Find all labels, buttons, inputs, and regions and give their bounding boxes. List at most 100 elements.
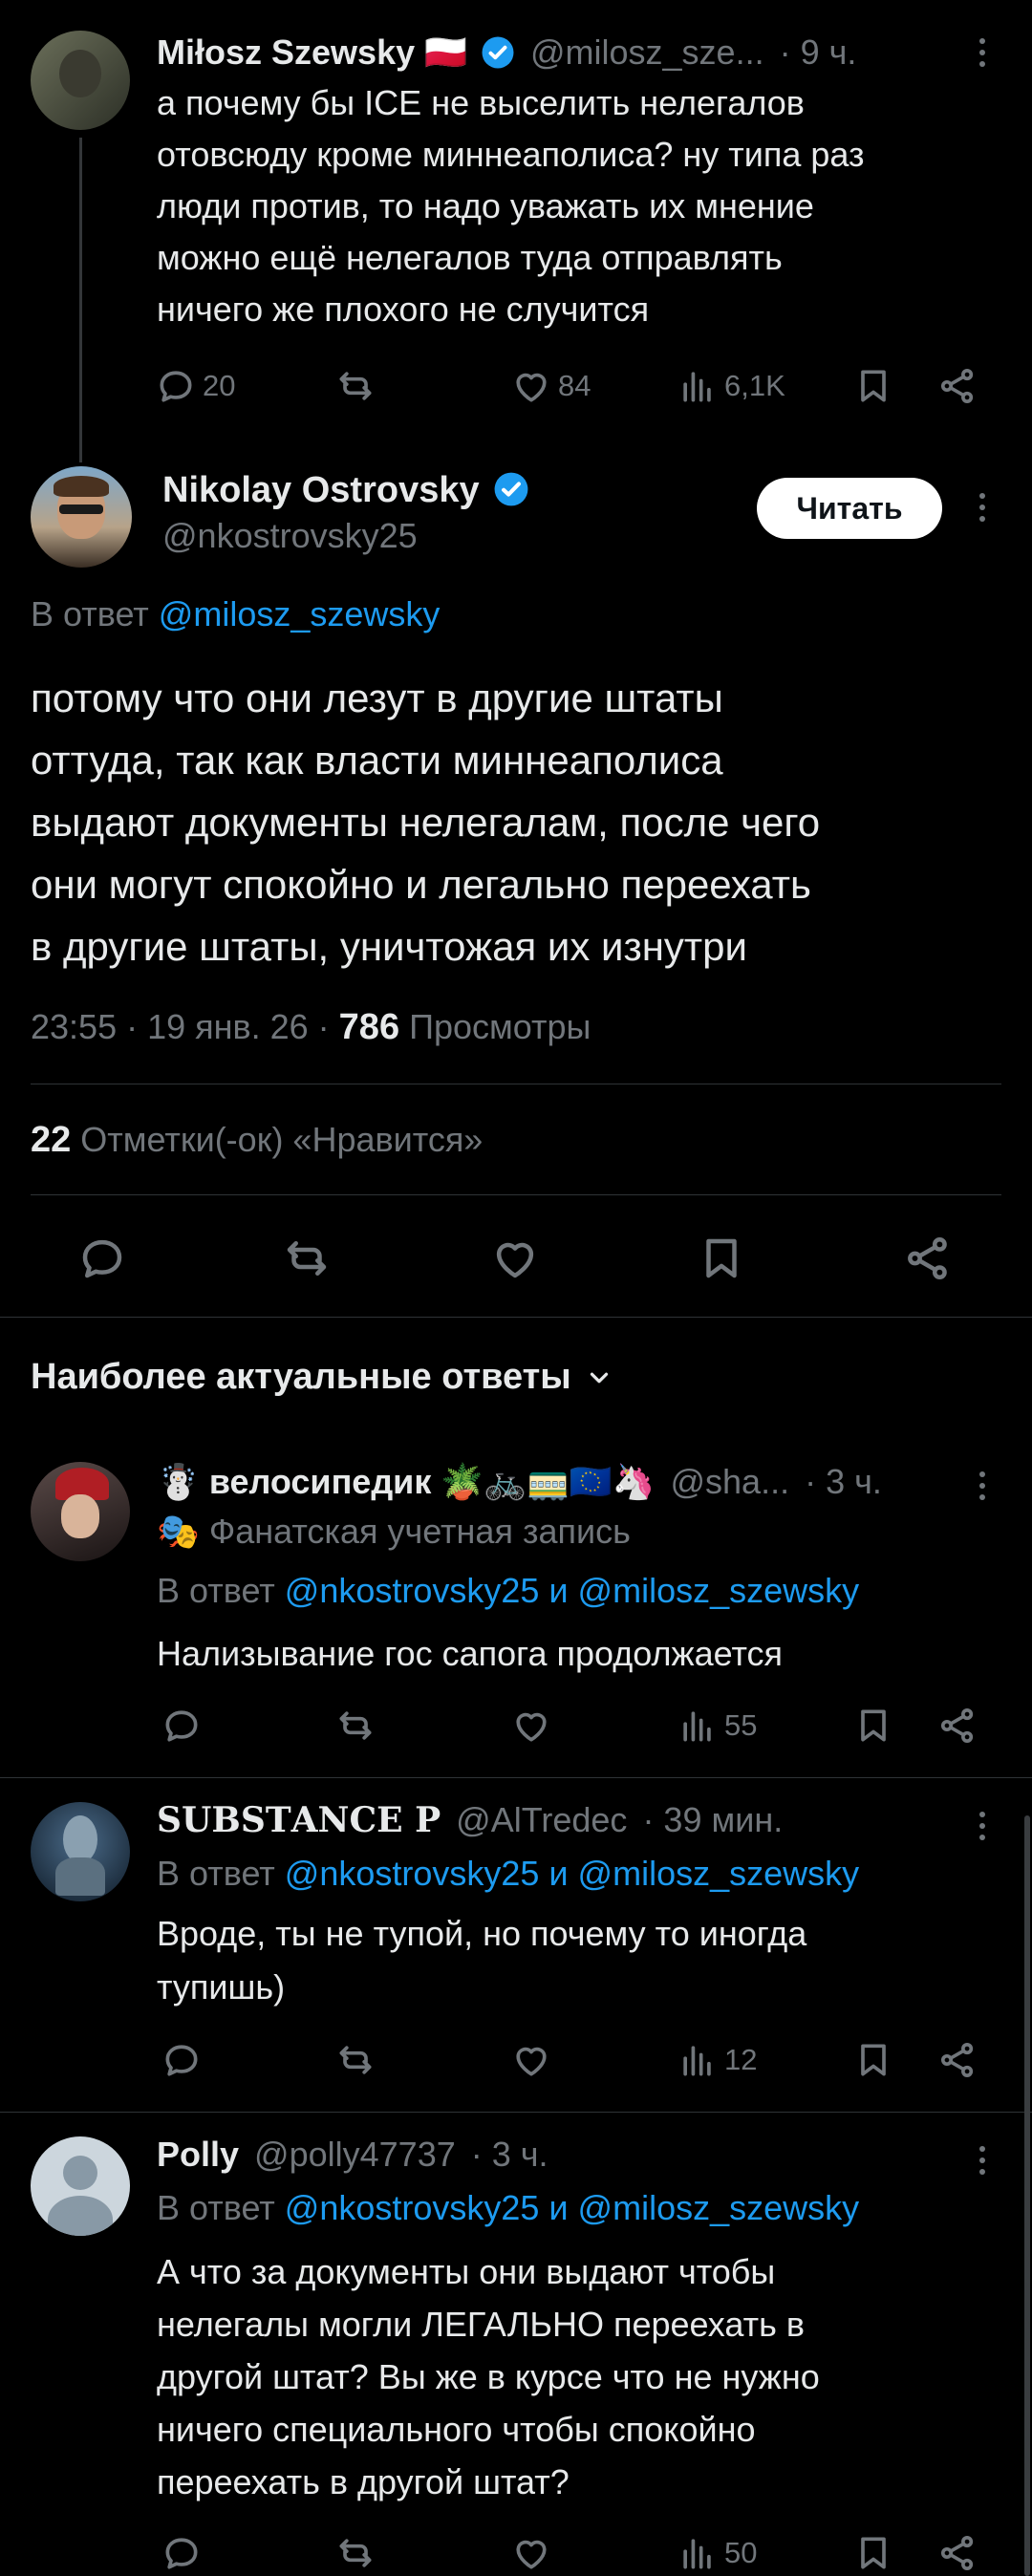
reply-count: 20 (203, 369, 236, 402)
verified-badge-icon (494, 472, 528, 506)
views-button[interactable]: 6,1K (677, 365, 785, 407)
bookmark-button[interactable] (852, 1705, 894, 1747)
text-line: другой штат? Вы же в курсе что не нужно (157, 2357, 820, 2396)
views-button[interactable]: 50 (677, 2532, 757, 2574)
likes-label: Отметки(-ок) «Нравится» (71, 1120, 484, 1159)
like-button[interactable] (510, 2532, 552, 2574)
divider (31, 1194, 1001, 1195)
repost-icon (287, 1241, 327, 1276)
repost-button[interactable] (334, 2039, 376, 2081)
views-icon (683, 372, 711, 402)
view-count: 6,1K (724, 369, 785, 402)
share-button[interactable] (936, 2039, 978, 2081)
share-icon (908, 1236, 947, 1280)
bookmark-button[interactable] (852, 365, 894, 407)
replies-sort-dropdown[interactable]: Наиболее актуальные ответы (31, 1357, 613, 1398)
replies-header-label: Наиболее актуальные ответы (31, 1357, 571, 1397)
reply-to-link[interactable]: @nkostrovsky25 и @milosz_szewsky (285, 1571, 859, 1610)
author-name[interactable]: 𝐒𝐔𝐁𝐒𝐓𝐀𝐍𝐂𝐄 𝐏 (157, 1800, 441, 1840)
author-handle[interactable]: @milosz_sze... (530, 32, 764, 72)
share-button[interactable] (936, 365, 978, 407)
share-button[interactable] (936, 2532, 978, 2574)
reply-icon (160, 371, 192, 402)
divider (0, 2112, 1032, 2113)
reply-button[interactable] (161, 1705, 203, 1747)
more-options-icon[interactable] (977, 1812, 988, 1846)
avatar[interactable] (31, 1802, 130, 1901)
share-button[interactable] (936, 1705, 978, 1747)
like-button[interactable]: 84 (510, 365, 591, 407)
reply-to-link[interactable]: @nkostrovsky25 и @milosz_szewsky (285, 1854, 859, 1893)
repost-button[interactable] (334, 1705, 376, 1747)
bookmark-button[interactable] (852, 2039, 894, 2081)
more-options-icon[interactable] (977, 38, 988, 73)
heart-icon (516, 2540, 547, 2569)
reply-button[interactable] (161, 2039, 203, 2081)
reply-button[interactable] (76, 1233, 128, 1284)
like-button[interactable] (489, 1233, 541, 1284)
like-button[interactable] (510, 1705, 552, 1747)
reply-text: Вроде, ты не тупой, но почему то иногда … (157, 1907, 806, 2014)
reply-to-link[interactable]: @milosz_szewsky (159, 594, 441, 633)
bookmark-icon (861, 2044, 886, 2076)
reply-text: А что за документы они выдают чтобы неле… (157, 2245, 820, 2508)
account-label: 🎭 Фанатская учетная запись (157, 1512, 631, 1551)
avatar[interactable] (31, 2136, 130, 2236)
reply-to-link[interactable]: @nkostrovsky25 и @milosz_szewsky (285, 2188, 859, 2227)
post-text: потому что они лезут в другие штаты отту… (31, 667, 820, 977)
bookmark-button[interactable] (696, 1233, 747, 1284)
more-options-icon[interactable] (977, 2146, 988, 2180)
repost-button[interactable] (281, 1233, 333, 1284)
post-time: · 39 мин. (642, 1800, 784, 1839)
reply-icon (82, 1239, 122, 1278)
like-button[interactable] (510, 2039, 552, 2081)
reply-text: Нализывание гос сапога продолжается (157, 1628, 783, 1680)
heart-icon (496, 1242, 534, 1278)
author-name[interactable]: Nikolay Ostrovsky (162, 470, 480, 510)
more-options-icon[interactable] (977, 493, 988, 527)
repost-button[interactable] (334, 2532, 376, 2574)
views-icon (683, 1711, 711, 1742)
author-handle[interactable]: @sha... (670, 1462, 789, 1501)
divider (0, 1777, 1032, 1778)
likes-count: 22 (31, 1120, 72, 1160)
avatar[interactable] (31, 31, 130, 130)
post-text: а почему бы ICE не выселить нелегалов от… (157, 77, 865, 335)
author-handle[interactable]: @polly47737 (254, 2135, 456, 2174)
more-options-icon[interactable] (977, 1471, 988, 1506)
text-line: Вроде, ты не тупой, но почему то иногда (157, 1914, 807, 1953)
views-button[interactable]: 12 (677, 2039, 757, 2081)
views-button[interactable]: 55 (677, 1705, 757, 1747)
reply-button[interactable] (161, 2532, 203, 2574)
views-icon (683, 2539, 711, 2569)
heart-icon (516, 2047, 547, 2076)
author-name[interactable]: ☃️ велосипедик 🪴🚲🚃🇪🇺🦄 (157, 1462, 655, 1501)
reply-to-label: В ответ (157, 1571, 275, 1610)
views-count: 786 (338, 1007, 400, 1047)
view-count: 12 (724, 2043, 758, 2076)
text-line: ничего специального чтобы спокойно (157, 2410, 756, 2449)
bookmark-button[interactable] (852, 2532, 894, 2574)
reply-button[interactable]: 20 (155, 365, 235, 407)
text-line: отовсюду кроме миннеаполиса? ну типа раз (157, 135, 865, 174)
scrollbar[interactable] (1024, 1815, 1030, 2576)
share-button[interactable] (902, 1233, 954, 1284)
share-icon (940, 369, 974, 403)
bookmark-icon (706, 1238, 737, 1278)
like-count: 84 (558, 369, 591, 402)
text-line: можно ещё нелегалов туда отправлять (157, 238, 783, 277)
share-icon (940, 1708, 974, 1743)
author-handle[interactable]: @nkostrovsky25 (162, 516, 418, 556)
avatar[interactable] (31, 466, 132, 568)
bookmark-icon (861, 370, 886, 402)
repost-button[interactable] (334, 365, 376, 407)
author-name[interactable]: Polly (157, 2135, 239, 2174)
thread-line (79, 138, 82, 462)
reply-icon (165, 2538, 198, 2569)
follow-button[interactable]: Читать (757, 478, 942, 539)
author-handle[interactable]: @AlTredec (456, 1800, 627, 1839)
reply-to-label: В ответ (157, 1854, 275, 1893)
likes-summary[interactable]: 22 Отметки(-ок) «Нравится» (31, 1120, 483, 1161)
avatar[interactable] (31, 1462, 130, 1561)
author-name[interactable]: Miłosz Szewsky 🇵🇱 (157, 32, 467, 72)
